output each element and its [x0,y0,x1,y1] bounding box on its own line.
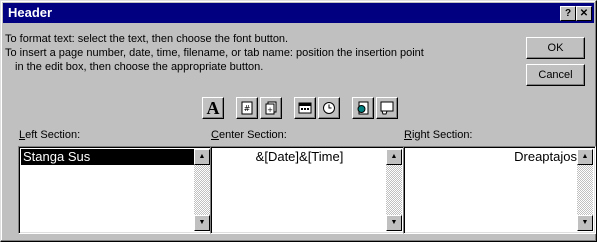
cancel-button[interactable]: Cancel [526,64,585,86]
filename-button[interactable] [352,97,374,119]
time-icon [323,102,335,114]
left-section-label: Left Section: [19,129,81,141]
left-scroll-down[interactable]: ▼ [194,215,210,231]
font-icon: A [206,98,220,118]
ok-button[interactable]: OK [526,37,585,59]
center-scroll-up[interactable]: ▲ [386,149,402,165]
center-section-label: Center Section: [211,129,287,141]
page-number-icon: # [241,101,253,115]
right-section-scrollbar[interactable]: ▲ ▼ [577,149,593,231]
right-scroll-down[interactable]: ▼ [577,215,593,231]
left-section-input[interactable]: Stanga Sus [21,149,194,231]
center-section-text: &[Date]&[Time] [255,149,344,164]
center-section-box: &[Date]&[Time] ▲ ▼ [210,146,405,234]
time-button[interactable] [318,97,340,119]
date-button[interactable] [294,97,316,119]
total-pages-icon: + [265,101,277,115]
svg-text:+: + [267,106,273,114]
center-section-input[interactable]: &[Date]&[Time] [213,149,386,231]
left-scroll-up[interactable]: ▲ [194,149,210,165]
total-pages-button[interactable]: + [260,97,282,119]
font-button[interactable]: A [202,97,224,119]
svg-text:#: # [244,104,251,113]
filename-icon [357,101,369,115]
right-section-label: Right Section: [404,129,473,141]
left-section-box: Stanga Sus ▲ ▼ [18,146,213,234]
center-scroll-down[interactable]: ▼ [386,215,402,231]
right-section-text: Dreaptajos [514,149,577,164]
left-section-scrollbar[interactable]: ▲ ▼ [194,149,210,231]
tab-name-button[interactable] [376,97,398,119]
instruction-line-1: To format text: select the text, then ch… [5,33,289,45]
instruction-line-3: in the edit box, then choose the appropr… [15,61,264,73]
date-icon [298,102,312,114]
page-number-button[interactable]: # [236,97,258,119]
tab-name-icon [380,101,394,115]
title-bar[interactable]: Header ? ✕ [3,3,594,23]
right-section-input[interactable]: Dreaptajos [406,149,577,231]
center-section-scrollbar[interactable]: ▲ ▼ [386,149,402,231]
left-section-text: Stanga Sus [21,149,194,165]
dialog-title: Header [8,5,53,20]
right-section-box: Dreaptajos ▲ ▼ [403,146,596,234]
right-scroll-up[interactable]: ▲ [577,149,593,165]
header-dialog: Header ? ✕ To format text: select the te… [0,0,597,242]
instruction-line-2: To insert a page number, date, time, fil… [5,47,424,59]
help-button[interactable]: ? [560,6,576,21]
close-button[interactable]: ✕ [576,6,592,21]
